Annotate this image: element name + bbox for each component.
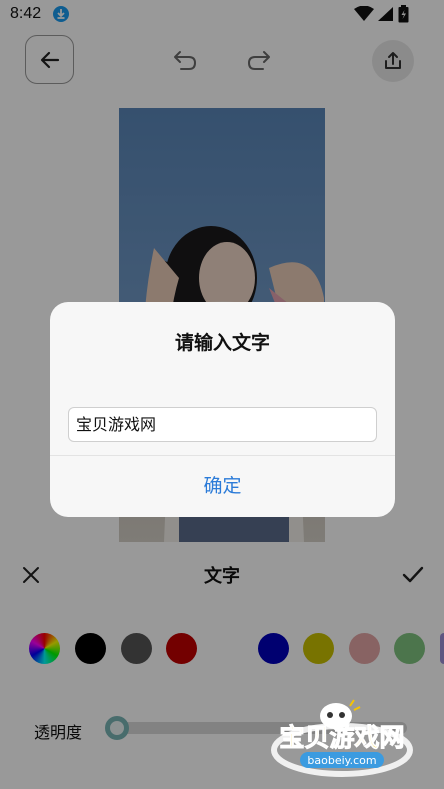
svg-text:baobeiy.com: baobeiy.com [307, 754, 376, 767]
svg-text:宝贝游戏网: 宝贝游戏网 [279, 723, 404, 752]
text-input-field[interactable]: 宝贝游戏网 [68, 407, 377, 442]
screen: 8:42 文字 透明度 请输入文字 宝贝游戏网 确定 宝贝游戏网 baobeiy… [0, 0, 444, 789]
watermark-logo: 宝贝游戏网 baobeiy.com [262, 690, 422, 780]
ok-button[interactable]: 确定 [50, 456, 395, 517]
dialog-title: 请输入文字 [174, 332, 270, 354]
text-input-dialog: 请输入文字 宝贝游戏网 确定 [50, 302, 395, 517]
